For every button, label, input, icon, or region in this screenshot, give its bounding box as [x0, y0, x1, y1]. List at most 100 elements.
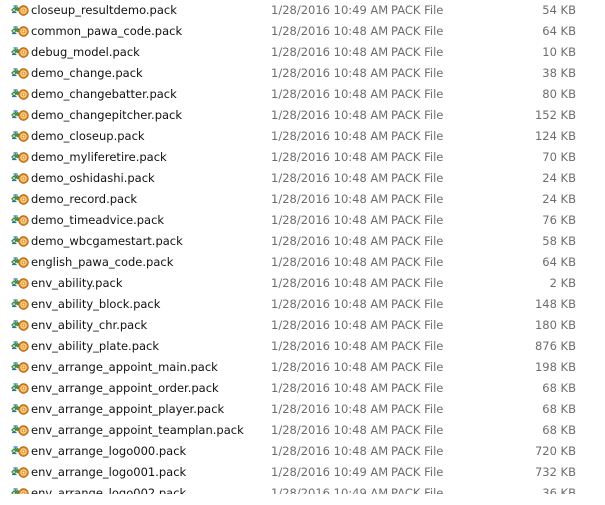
file-row[interactable]: demo_changebatter.pack 1/28/2016 10:48 A… — [0, 84, 605, 105]
file-date-modified: 1/28/2016 10:48 AM — [271, 150, 389, 164]
file-date-modified: 1/28/2016 10:48 AM — [271, 171, 389, 185]
file-name: demo_timeadvice.pack — [31, 213, 165, 227]
file-size: 24 KB — [542, 192, 576, 206]
file-row[interactable]: demo_closeup.pack 1/28/2016 10:48 AM PAC… — [0, 126, 605, 147]
file-row[interactable]: env_arrange_appoint_order.pack 1/28/2016… — [0, 378, 605, 399]
file-date-modified: 1/28/2016 10:48 AM — [271, 276, 389, 290]
pack-file-icon — [11, 130, 29, 143]
file-date-modified: 1/28/2016 10:48 AM — [271, 297, 389, 311]
file-date-modified: 1/28/2016 10:49 AM — [271, 465, 389, 479]
pack-file-icon — [11, 466, 29, 479]
file-list: closeup_resultdemo.pack 1/28/2016 10:49 … — [0, 0, 605, 494]
pack-file-icon — [11, 172, 29, 185]
file-row[interactable]: env_ability_chr.pack 1/28/2016 10:48 AM … — [0, 315, 605, 336]
pack-file-icon — [11, 361, 29, 374]
file-size: 124 KB — [534, 129, 576, 143]
file-date-modified: 1/28/2016 10:48 AM — [271, 108, 389, 122]
file-size: 732 KB — [534, 465, 576, 479]
file-date-modified: 1/28/2016 10:48 AM — [271, 318, 389, 332]
file-name: env_arrange_logo002.pack — [31, 486, 187, 494]
file-row[interactable]: env_ability_block.pack 1/28/2016 10:48 A… — [0, 294, 605, 315]
file-type: PACK File — [391, 234, 444, 248]
file-row[interactable]: demo_record.pack 1/28/2016 10:48 AM PACK… — [0, 189, 605, 210]
file-name: closeup_resultdemo.pack — [31, 3, 177, 17]
file-name: demo_changebatter.pack — [31, 87, 177, 101]
file-size: 76 KB — [542, 213, 576, 227]
pack-file-icon — [11, 340, 29, 353]
pack-file-icon — [11, 277, 29, 290]
file-size: 58 KB — [542, 234, 576, 248]
file-name: demo_closeup.pack — [31, 129, 145, 143]
file-row[interactable]: demo_timeadvice.pack 1/28/2016 10:48 AM … — [0, 210, 605, 231]
file-date-modified: 1/28/2016 10:48 AM — [271, 66, 389, 80]
file-type: PACK File — [391, 297, 444, 311]
file-date-modified: 1/28/2016 10:48 AM — [271, 381, 389, 395]
file-type: PACK File — [391, 339, 444, 353]
file-type: PACK File — [391, 318, 444, 332]
file-type: PACK File — [391, 129, 444, 143]
pack-file-icon — [11, 67, 29, 80]
file-size: 70 KB — [542, 150, 576, 164]
file-name: env_arrange_appoint_teamplan.pack — [31, 423, 244, 437]
file-name: demo_oshidashi.pack — [31, 171, 155, 185]
file-size: 720 KB — [534, 444, 576, 458]
file-type: PACK File — [391, 150, 444, 164]
file-type: PACK File — [391, 402, 444, 416]
list-bottom-edge — [0, 494, 605, 505]
file-name: env_arrange_appoint_main.pack — [31, 360, 218, 374]
pack-file-icon — [11, 382, 29, 395]
file-row[interactable]: demo_wbcgamestart.pack 1/28/2016 10:48 A… — [0, 231, 605, 252]
pack-file-icon — [11, 109, 29, 122]
file-row[interactable]: env_arrange_logo001.pack 1/28/2016 10:49… — [0, 462, 605, 483]
file-row[interactable]: env_arrange_appoint_main.pack 1/28/2016 … — [0, 357, 605, 378]
file-date-modified: 1/28/2016 10:49 AM — [271, 3, 389, 17]
pack-file-icon — [11, 256, 29, 269]
file-row[interactable]: env_arrange_logo000.pack 1/28/2016 10:48… — [0, 441, 605, 462]
file-row[interactable]: demo_myliferetire.pack 1/28/2016 10:48 A… — [0, 147, 605, 168]
file-name: demo_record.pack — [31, 192, 138, 206]
file-type: PACK File — [391, 486, 444, 494]
file-name: env_arrange_logo001.pack — [31, 465, 187, 479]
file-size: 68 KB — [542, 402, 576, 416]
file-row[interactable]: env_ability.pack 1/28/2016 10:48 AM PACK… — [0, 273, 605, 294]
file-type: PACK File — [391, 171, 444, 185]
file-row[interactable]: demo_change.pack 1/28/2016 10:48 AM PACK… — [0, 63, 605, 84]
file-type: PACK File — [391, 192, 444, 206]
file-size: 10 KB — [542, 45, 576, 59]
file-row[interactable]: demo_changepitcher.pack 1/28/2016 10:48 … — [0, 105, 605, 126]
file-row[interactable]: debug_model.pack 1/28/2016 10:48 AM PACK… — [0, 42, 605, 63]
file-row[interactable]: env_arrange_appoint_teamplan.pack 1/28/2… — [0, 420, 605, 441]
file-type: PACK File — [391, 213, 444, 227]
file-type: PACK File — [391, 465, 444, 479]
pack-file-icon — [11, 4, 29, 17]
file-row[interactable]: closeup_resultdemo.pack 1/28/2016 10:49 … — [0, 0, 605, 21]
file-size: 64 KB — [542, 255, 576, 269]
file-size: 68 KB — [542, 423, 576, 437]
pack-file-icon — [11, 151, 29, 164]
file-name: debug_model.pack — [31, 45, 140, 59]
pack-file-icon — [11, 25, 29, 38]
pack-file-icon — [11, 424, 29, 437]
file-row[interactable]: english_pawa_code.pack 1/28/2016 10:48 A… — [0, 252, 605, 273]
file-name: demo_changepitcher.pack — [31, 108, 183, 122]
file-date-modified: 1/28/2016 10:48 AM — [271, 423, 389, 437]
file-size: 2 KB — [549, 276, 576, 290]
file-size: 68 KB — [542, 381, 576, 395]
file-date-modified: 1/28/2016 10:48 AM — [271, 45, 389, 59]
file-row[interactable]: env_arrange_appoint_player.pack 1/28/201… — [0, 399, 605, 420]
pack-file-icon — [11, 214, 29, 227]
file-row[interactable]: env_ability_plate.pack 1/28/2016 10:48 A… — [0, 336, 605, 357]
file-row[interactable]: env_arrange_logo002.pack 1/28/2016 10:49… — [0, 483, 605, 494]
file-row[interactable]: demo_oshidashi.pack 1/28/2016 10:48 AM P… — [0, 168, 605, 189]
file-type: PACK File — [391, 444, 444, 458]
file-size: 876 KB — [534, 339, 576, 353]
pack-file-icon — [11, 46, 29, 59]
file-name: env_ability_block.pack — [31, 297, 161, 311]
pack-file-icon — [11, 88, 29, 101]
file-row[interactable]: common_pawa_code.pack 1/28/2016 10:48 AM… — [0, 21, 605, 42]
file-type: PACK File — [391, 24, 444, 38]
file-type: PACK File — [391, 276, 444, 290]
file-size: 24 KB — [542, 171, 576, 185]
file-date-modified: 1/28/2016 10:48 AM — [271, 213, 389, 227]
file-date-modified: 1/28/2016 10:48 AM — [271, 255, 389, 269]
